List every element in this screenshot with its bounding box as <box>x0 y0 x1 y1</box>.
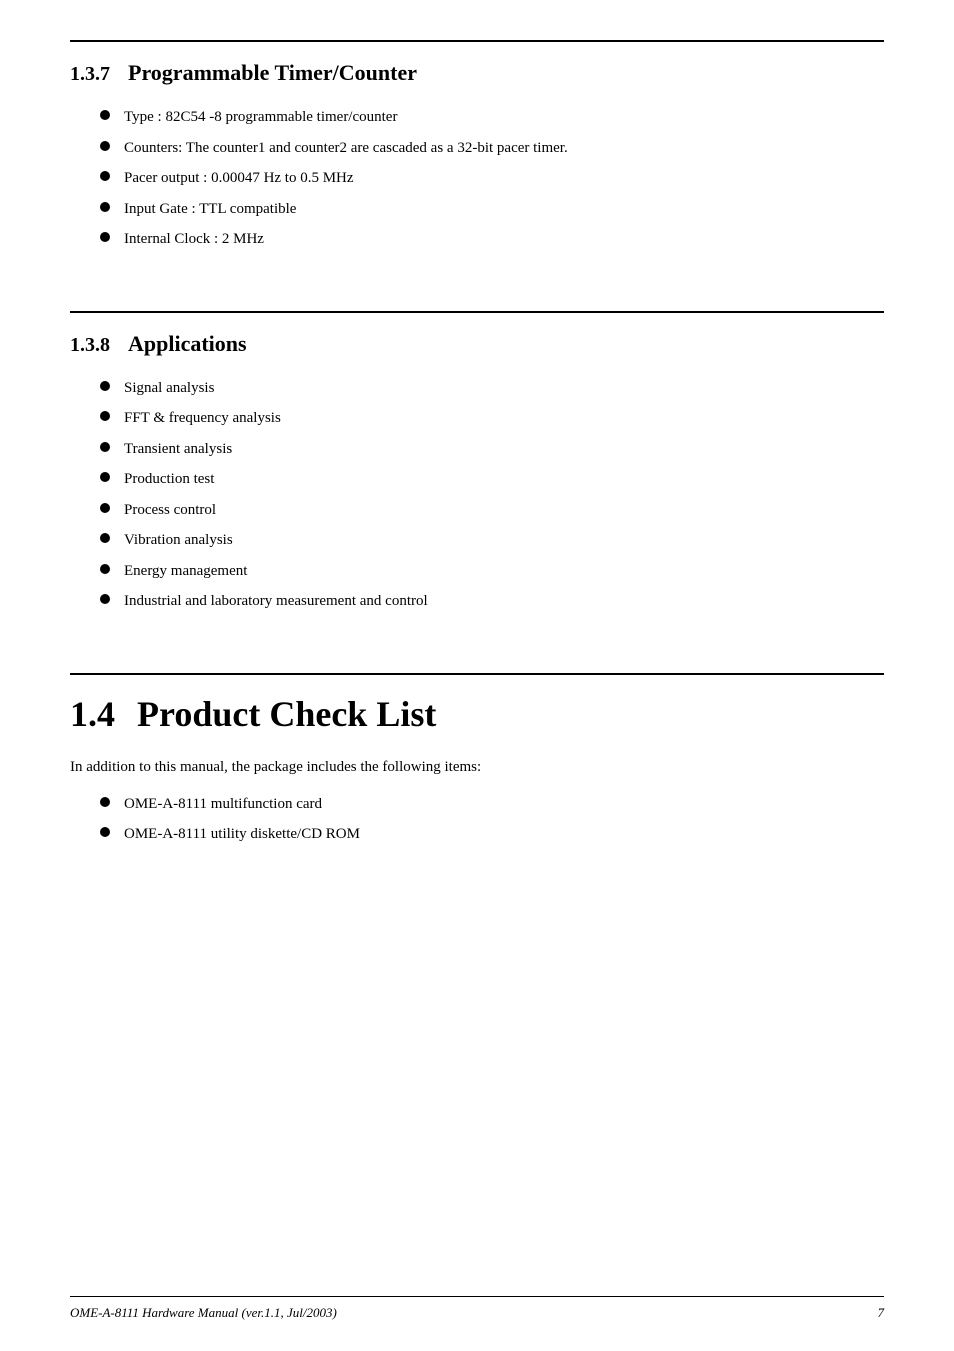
list-item: OME-A-8111 multifunction card <box>100 793 884 816</box>
bullet-icon <box>100 381 110 391</box>
section-137-number: 1.3.7 <box>70 63 110 86</box>
section-138: 1.3.8 Applications Signal analysis FFT &… <box>70 311 884 613</box>
section-14-intro: In addition to this manual, the package … <box>70 755 884 779</box>
section-137-rule <box>70 40 884 42</box>
list-item-text: Type : 82C54 -8 programmable timer/count… <box>124 106 397 129</box>
bullet-icon <box>100 797 110 807</box>
bullet-icon <box>100 171 110 181</box>
bullet-icon <box>100 110 110 120</box>
section-14-number: 1.4 <box>70 693 115 735</box>
list-item: Industrial and laboratory measurement an… <box>100 590 884 613</box>
bullet-icon <box>100 827 110 837</box>
footer-left: OME-A-8111 Hardware Manual (ver.1.1, Jul… <box>70 1305 337 1321</box>
section-137: 1.3.7 Programmable Timer/Counter Type : … <box>70 40 884 251</box>
list-item-text: OME-A-8111 utility diskette/CD ROM <box>124 823 360 846</box>
bullet-icon <box>100 503 110 513</box>
section-138-list: Signal analysis FFT & frequency analysis… <box>100 377 884 613</box>
page: 1.3.7 Programmable Timer/Counter Type : … <box>0 0 954 1351</box>
list-item: FFT & frequency analysis <box>100 407 884 430</box>
bullet-icon <box>100 232 110 242</box>
section-137-title: Programmable Timer/Counter <box>128 60 417 86</box>
list-item: Internal Clock : 2 MHz <box>100 228 884 251</box>
list-item: Input Gate : TTL compatible <box>100 198 884 221</box>
list-item-text: OME-A-8111 multifunction card <box>124 793 322 816</box>
bullet-icon <box>100 411 110 421</box>
list-item-text: Counters: The counter1 and counter2 are … <box>124 137 568 160</box>
bullet-icon <box>100 141 110 151</box>
section-14-list: OME-A-8111 multifunction card OME-A-8111… <box>100 793 884 846</box>
list-item-text: Industrial and laboratory measurement an… <box>124 590 428 613</box>
section-138-title: Applications <box>128 331 247 357</box>
section-14-rule <box>70 673 884 675</box>
list-item: Type : 82C54 -8 programmable timer/count… <box>100 106 884 129</box>
bullet-icon <box>100 472 110 482</box>
list-item: Energy management <box>100 560 884 583</box>
list-item: Signal analysis <box>100 377 884 400</box>
list-item: Vibration analysis <box>100 529 884 552</box>
list-item-text: Internal Clock : 2 MHz <box>124 228 264 251</box>
bullet-icon <box>100 442 110 452</box>
page-footer: OME-A-8111 Hardware Manual (ver.1.1, Jul… <box>70 1296 884 1321</box>
footer-right: 7 <box>878 1305 885 1321</box>
list-item-text: Signal analysis <box>124 377 214 400</box>
bullet-icon <box>100 533 110 543</box>
list-item: Pacer output : 0.00047 Hz to 0.5 MHz <box>100 167 884 190</box>
bullet-icon <box>100 564 110 574</box>
bullet-icon <box>100 202 110 212</box>
section-138-header: 1.3.8 Applications <box>70 331 884 357</box>
section-14-header: 1.4 Product Check List <box>70 693 884 735</box>
bullet-icon <box>100 594 110 604</box>
list-item-text: Pacer output : 0.00047 Hz to 0.5 MHz <box>124 167 354 190</box>
section-14: 1.4 Product Check List In addition to th… <box>70 673 884 846</box>
list-item-text: FFT & frequency analysis <box>124 407 281 430</box>
list-item-text: Vibration analysis <box>124 529 233 552</box>
section-138-rule <box>70 311 884 313</box>
list-item-text: Energy management <box>124 560 247 583</box>
list-item: Counters: The counter1 and counter2 are … <box>100 137 884 160</box>
list-item-text: Production test <box>124 468 214 491</box>
section-137-list: Type : 82C54 -8 programmable timer/count… <box>100 106 884 251</box>
list-item-text: Input Gate : TTL compatible <box>124 198 296 221</box>
section-137-header: 1.3.7 Programmable Timer/Counter <box>70 60 884 86</box>
list-item: Process control <box>100 499 884 522</box>
section-138-number: 1.3.8 <box>70 334 110 357</box>
list-item-text: Transient analysis <box>124 438 232 461</box>
list-item: Production test <box>100 468 884 491</box>
list-item: OME-A-8111 utility diskette/CD ROM <box>100 823 884 846</box>
list-item: Transient analysis <box>100 438 884 461</box>
list-item-text: Process control <box>124 499 216 522</box>
section-14-title: Product Check List <box>137 693 436 735</box>
